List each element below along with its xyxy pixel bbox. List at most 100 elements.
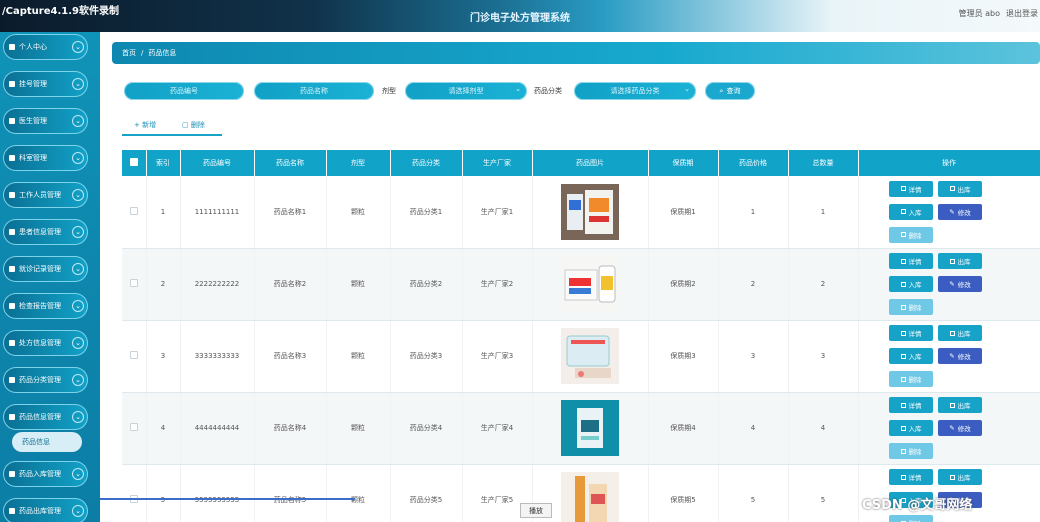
stock-out-label: 出库 [957,185,971,194]
sidebar-item-label: 药品出库管理 [19,507,61,515]
delete-button[interactable]: 删除 [889,371,933,387]
stock-out-label: 出库 [957,258,971,266]
edit-button[interactable]: ✎ 修改 [938,203,982,220]
sidebar-item-patients[interactable]: 患者信息管理 ⌄ [3,219,88,245]
sidebar-item-staff[interactable]: 工作人员管理 ⌄ [3,182,88,208]
cell-category: 药品分类5 [390,464,463,522]
cell-type: 颗粒 [326,320,391,393]
select-all-cell[interactable] [122,150,147,176]
delete-button[interactable]: 删除 [889,515,933,522]
sidebar-item-doctors[interactable]: 医生管理 ⌄ [3,108,88,134]
cell-shelf: 保质期3 [648,320,719,393]
delete-button[interactable]: 删除 [889,299,933,315]
cell-name: 药品名称5 [254,464,327,522]
delete-label: 删除 [908,231,922,240]
stock-in-button[interactable]: 入库 [889,420,933,436]
pencil-icon: ✎ [949,424,955,432]
drug-table: 索引 药品编号 药品名称 剂型 药品分类 生产厂家 药品图片 保质期 药品价格 … [122,150,1040,522]
breadcrumb: 首页 / 药品信息 [112,42,1040,64]
header-price: 药品价格 [718,150,789,176]
cell-shelf: 保质期1 [648,176,719,249]
edit-button[interactable]: ✎ 修改 [938,348,982,364]
sidebar-item-reports[interactable]: 检查报告管理 ⌄ [3,293,88,319]
grid-icon [9,377,15,383]
detail-button[interactable]: 详情 [889,180,933,197]
doc-icon [900,281,906,287]
stock-in-button[interactable]: 入库 [889,203,933,220]
cell-qty: 2 [788,248,859,321]
row-checkbox[interactable] [129,351,138,359]
sidebar-item-label: 就诊记录管理 [19,265,61,273]
row-select-cell[interactable] [122,176,147,249]
type-label: 剂型 [382,87,396,95]
detail-button[interactable]: 详情 [889,325,933,341]
sidebar-item-visits[interactable]: 就诊记录管理 ⌄ [3,256,88,282]
edit-button[interactable]: ✎ 修改 [938,420,982,436]
type-select[interactable]: 请选择剂型 ⌄ [405,82,527,100]
search-button[interactable]: ⌕ 查询 [705,82,755,100]
stock-out-button[interactable]: 出库 [938,325,982,341]
trash-icon [900,376,906,382]
stock-in-button[interactable]: 入库 [889,276,933,292]
sidebar-subitem-drug-info[interactable]: 药品信息 [12,432,82,452]
sidebar-item-label: 个人中心 [19,43,47,51]
cell-image [532,176,649,249]
row-checkbox[interactable] [129,423,138,431]
category-select[interactable]: 请选择药品分类 ⌄ [574,82,696,100]
delete-button[interactable]: 删除 [889,443,933,459]
cell-ops: 详情 出库 入库 ✎修改 删除 [858,392,1040,465]
row-checkbox[interactable] [129,206,138,215]
stock-out-button[interactable]: 出库 [938,253,982,269]
stock-in-button[interactable]: 入库 [889,348,933,364]
stock-out-button[interactable]: 出库 [938,180,982,197]
video-progress-bar[interactable] [100,498,355,500]
sidebar-item-drug-categories[interactable]: 药品分类管理 ⌄ [3,367,88,393]
select-all-checkbox[interactable] [129,158,138,166]
row-select-cell[interactable] [122,320,147,393]
sidebar-item-registration[interactable]: 挂号管理 ⌄ [3,71,88,97]
stock-out-button[interactable]: 出库 [938,397,982,413]
chevron-down-icon: ⌄ [72,300,84,312]
pencil-icon: ✎ [949,207,955,216]
drug-name-input[interactable]: 药品名称 [254,82,374,100]
sidebar-item-departments[interactable]: 科室管理 ⌄ [3,145,88,171]
chevron-down-icon: ⌄ [72,78,84,90]
breadcrumb-home[interactable]: 首页 [122,48,136,58]
grid-icon [9,81,15,87]
detail-button[interactable]: 详情 [889,397,933,413]
cell-maker: 生产厂家4 [462,392,533,465]
cell-type: 颗粒 [326,392,391,465]
stock-out-button[interactable]: 出库 [938,469,982,485]
cell-price: 2 [718,248,789,321]
sidebar-item-personal-center[interactable]: 个人中心 ⌄ [3,34,88,60]
sidebar-item-label: 处方信息管理 [19,339,61,347]
tab-underline [122,134,222,136]
cell-category: 药品分类2 [390,248,463,321]
logout-link[interactable]: 退出登录 [1006,8,1038,19]
pencil-icon: ✎ [949,280,955,288]
row-select-cell[interactable] [122,248,147,321]
detail-button[interactable]: 详情 [889,253,933,269]
grid-icon [9,471,15,477]
sidebar-item-drug-stock-out[interactable]: 药品出库管理 ⌄ [3,498,88,522]
drug-code-input[interactable]: 药品编号 [124,82,244,100]
row-select-cell[interactable] [122,464,147,522]
delete-button[interactable]: 删除 [889,226,933,243]
sidebar-item-drug-stock-in[interactable]: 药品入库管理 ⌄ [3,461,88,487]
add-button[interactable]: + 新增 [134,120,156,130]
drug-image [561,183,619,240]
chevron-down-icon: ⌄ [72,468,84,480]
cell-shelf: 保质期2 [648,248,719,321]
sidebar-item-label: 科室管理 [19,154,47,162]
sidebar-item-label: 医生管理 [19,117,47,125]
detail-button[interactable]: 详情 [889,469,933,485]
edit-label: 修改 [957,281,971,289]
bulk-delete-button[interactable]: ▢ 删除 [182,120,205,130]
edit-button[interactable]: ✎ 修改 [938,276,982,292]
row-select-cell[interactable] [122,392,147,465]
pencil-icon: ✎ [949,352,955,360]
row-checkbox[interactable] [129,279,138,287]
sidebar-item-prescriptions[interactable]: 处方信息管理 ⌄ [3,330,88,356]
sidebar-item-drug-info[interactable]: 药品信息管理 ⌄ [3,404,88,430]
sidebar-item-label: 药品入库管理 [19,470,61,478]
